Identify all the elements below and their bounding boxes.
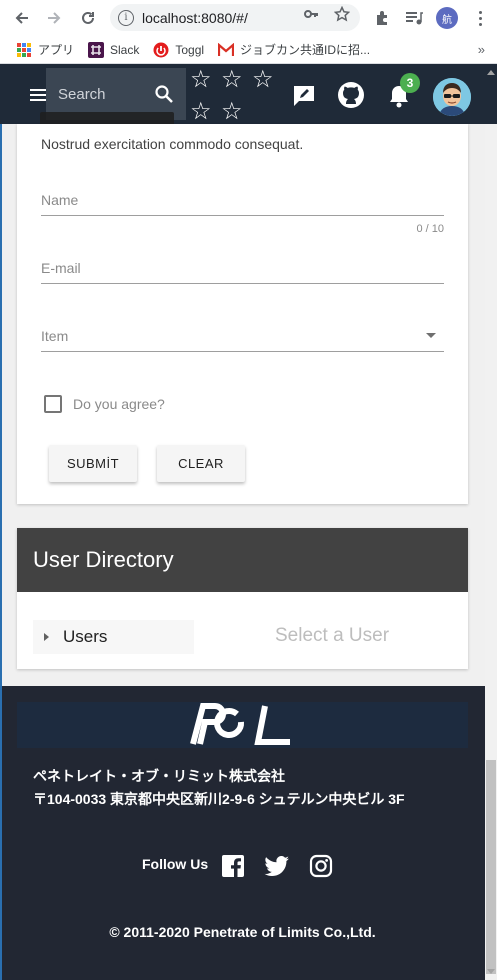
star-icon[interactable]: ☆	[190, 67, 212, 91]
item-label: Item	[41, 328, 69, 344]
form-title-clipped	[40, 104, 180, 124]
feedback-icon[interactable]	[290, 82, 318, 110]
form-subtitle: Nostrud exercitation commodo consequat.	[41, 136, 304, 152]
agree-label[interactable]: Do you agree?	[73, 396, 165, 412]
star-icon[interactable]: ☆	[252, 67, 274, 91]
bookmark-label: ジョブカン共通IDに招...	[240, 43, 371, 57]
copyright: © 2011-2020 Penetrate of Limits Co.,Ltd.	[109, 924, 376, 940]
logo-band	[17, 702, 468, 748]
item-select[interactable]: Item	[41, 328, 444, 352]
media-icon[interactable]	[404, 8, 424, 28]
search-icon[interactable]	[154, 84, 174, 104]
facebook-icon[interactable]	[221, 854, 245, 878]
gmail-icon	[218, 42, 235, 58]
bookmark-label: Slack	[110, 42, 140, 57]
profile-avatar[interactable]: 航	[436, 7, 458, 29]
rating-stars[interactable]: ☆ ☆ ☆ ☆ ☆	[188, 64, 284, 124]
menu-icon[interactable]	[472, 8, 488, 28]
apps-icon	[16, 42, 32, 58]
key-icon[interactable]	[302, 5, 320, 23]
browser-toolbar: i localhost:8080/#/ 航	[0, 0, 497, 36]
footer: ペネトレイト・オブ・リミット株式会社 〒104-0033 東京都中央区新川2-9…	[0, 686, 485, 980]
url-text: localhost:8080/#/	[142, 9, 248, 26]
bookmark-toggl[interactable]: Toggl	[153, 42, 204, 58]
github-icon[interactable]	[337, 81, 365, 109]
extensions-icon[interactable]	[372, 8, 392, 28]
bookmark-apps[interactable]: アプリ	[16, 41, 74, 58]
avatar[interactable]	[433, 78, 471, 116]
tree-item-users[interactable]: Users	[33, 620, 194, 654]
submit-button[interactable]: SUBMİT	[49, 445, 137, 482]
scroll-up-arrow-icon[interactable]	[487, 70, 495, 75]
star-icon[interactable]: ☆	[190, 99, 212, 123]
notification-badge: 3	[400, 73, 420, 93]
forward-icon[interactable]	[38, 0, 70, 36]
page-scrollbar-thumb[interactable]	[486, 760, 496, 974]
user-directory-title: User Directory	[17, 528, 468, 592]
search-placeholder: Search	[58, 85, 106, 103]
select-user-placeholder: Select a User	[275, 625, 390, 646]
email-field[interactable]: E-mail	[41, 260, 444, 284]
scroll-down-arrow-icon[interactable]	[487, 969, 495, 974]
bookmark-label: Toggl	[175, 42, 205, 57]
star-icon[interactable]: ☆	[221, 67, 243, 91]
window-edge	[0, 124, 2, 980]
info-icon[interactable]: i	[118, 9, 134, 26]
hamburger-icon[interactable]	[30, 89, 46, 101]
toggl-icon	[153, 42, 169, 58]
clear-button[interactable]: CLEAR	[157, 445, 245, 482]
pol-logo[interactable]	[190, 702, 294, 746]
bookmark-label: アプリ	[38, 43, 75, 57]
bookmark-slack[interactable]: Slack	[88, 41, 140, 58]
address-bar[interactable]: i localhost:8080/#/	[110, 4, 360, 31]
star-icon[interactable]: ☆	[221, 99, 243, 123]
name-field[interactable]: Name	[41, 192, 444, 216]
name-label: Name	[41, 192, 79, 208]
bookmark-star-icon[interactable]	[333, 5, 351, 23]
agree-checkbox[interactable]	[44, 395, 62, 413]
twitter-icon[interactable]	[264, 854, 290, 878]
dropdown-arrow-icon[interactable]	[426, 333, 436, 338]
slack-icon	[88, 41, 105, 58]
name-counter: 0 / 10	[416, 223, 444, 235]
instagram-icon[interactable]	[309, 854, 333, 878]
bookmark-jobcan[interactable]: ジョブカン共通IDに招...	[218, 41, 370, 58]
bookmarks-bar: アプリ Slack Toggl ジョブカン共通IDに招... »	[0, 36, 497, 64]
follow-us-label: Follow Us	[142, 856, 209, 872]
tree-item-label: Users	[63, 627, 108, 646]
caret-right-icon[interactable]	[44, 633, 49, 641]
company-address: 〒104-0033 東京都中央区新川2-9-6 シュテルン中央ビル 3F	[33, 791, 405, 807]
back-icon[interactable]	[6, 0, 38, 36]
company-name: ペネトレイト・オブ・リミット株式会社	[33, 768, 285, 784]
user-directory-card: User Directory Users Select a User	[17, 528, 468, 669]
bookmarks-overflow[interactable]: »	[478, 42, 485, 57]
email-label: E-mail	[41, 260, 81, 276]
reload-icon[interactable]	[72, 0, 104, 36]
